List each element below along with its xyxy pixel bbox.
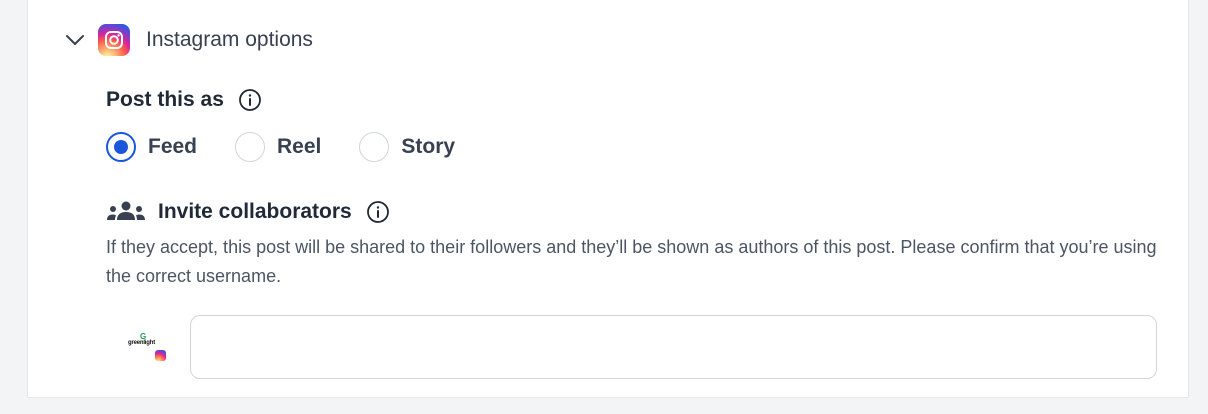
radio-button-reel[interactable] xyxy=(235,132,266,162)
radio-label-reel: Reel xyxy=(277,135,322,158)
radio-button-story[interactable] xyxy=(359,132,390,162)
section-title: Instagram options xyxy=(146,28,313,51)
account-avatar: G greenlight xyxy=(124,330,172,370)
instagram-icon xyxy=(98,24,130,56)
radio-label-story: Story xyxy=(401,135,456,158)
collaborators-heading: Invite collaborators xyxy=(106,200,390,224)
section-header[interactable]: Instagram options xyxy=(64,20,313,60)
radio-option-story[interactable]: Story xyxy=(359,132,455,162)
chevron-down-icon[interactable] xyxy=(64,29,86,51)
collaborator-username-input[interactable] xyxy=(190,315,1157,379)
post-as-label: Post this as xyxy=(106,88,224,111)
info-icon[interactable] xyxy=(366,200,390,224)
radio-label-feed: Feed xyxy=(148,135,198,158)
instagram-badge-icon xyxy=(155,350,166,361)
radio-button-feed[interactable] xyxy=(106,132,136,162)
collaborators-label: Invite collaborators xyxy=(158,200,352,223)
post-type-radio-group: Feed Reel Story xyxy=(106,132,493,162)
people-icon xyxy=(106,200,146,224)
radio-option-feed[interactable]: Feed xyxy=(106,132,197,162)
instagram-options-card: Instagram options Post this as Feed Reel… xyxy=(27,0,1189,398)
radio-option-reel[interactable]: Reel xyxy=(235,132,321,162)
collaborators-description: If they accept, this post will be shared… xyxy=(106,237,1157,286)
info-icon[interactable] xyxy=(238,88,262,112)
post-as-heading: Post this as xyxy=(106,88,262,112)
avatar-brand-name: greenlight xyxy=(128,340,156,346)
